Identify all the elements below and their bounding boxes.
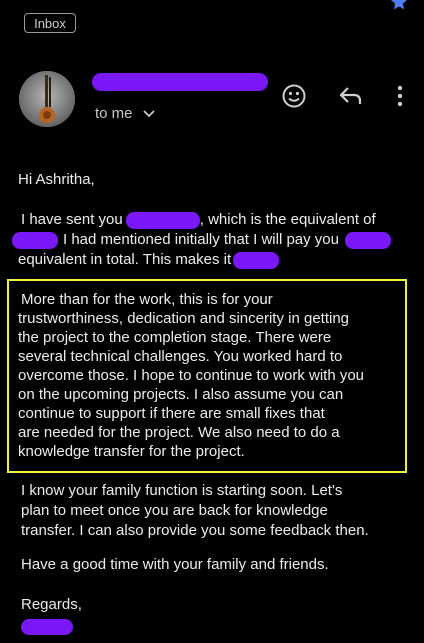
reply-icon[interactable] xyxy=(338,84,364,108)
emoji-icon[interactable] xyxy=(281,83,307,109)
chevron-down-icon xyxy=(142,109,155,117)
paragraph-3-line: transfer. I can also provide you some fe… xyxy=(21,522,369,539)
paragraph-3-line: I know your family function is starting … xyxy=(21,482,343,499)
more-vertical-icon[interactable] xyxy=(396,84,404,108)
signature-redacted xyxy=(21,617,73,637)
amount-redacted xyxy=(125,211,200,229)
paragraph-3-line: plan to meet once you are back for knowl… xyxy=(21,502,328,519)
paragraph-4: Have a good time with your family and fr… xyxy=(21,556,329,573)
sender-name-redacted xyxy=(92,73,268,91)
signoff: Regards, xyxy=(21,596,82,613)
sender-avatar[interactable] xyxy=(19,71,75,127)
paragraph-1-line-3: equivalent in total. This makes it xyxy=(18,250,280,270)
paragraph-1-line-1: I have sent you, which is the equivalent… xyxy=(21,211,376,229)
amount-redacted xyxy=(233,251,280,269)
amount-redacted xyxy=(12,231,58,249)
amount-redacted xyxy=(344,231,391,249)
recipient-label: to me xyxy=(95,105,133,122)
recipient-details-toggle[interactable]: to me xyxy=(95,105,155,122)
greeting: Hi Ashritha, xyxy=(18,171,95,188)
highlight-annotation-box xyxy=(7,279,407,473)
inbox-label-chip[interactable]: Inbox xyxy=(24,13,76,33)
paragraph-1-line-2: I had mentioned initially that I will pa… xyxy=(12,230,391,250)
star-icon[interactable] xyxy=(389,0,409,12)
